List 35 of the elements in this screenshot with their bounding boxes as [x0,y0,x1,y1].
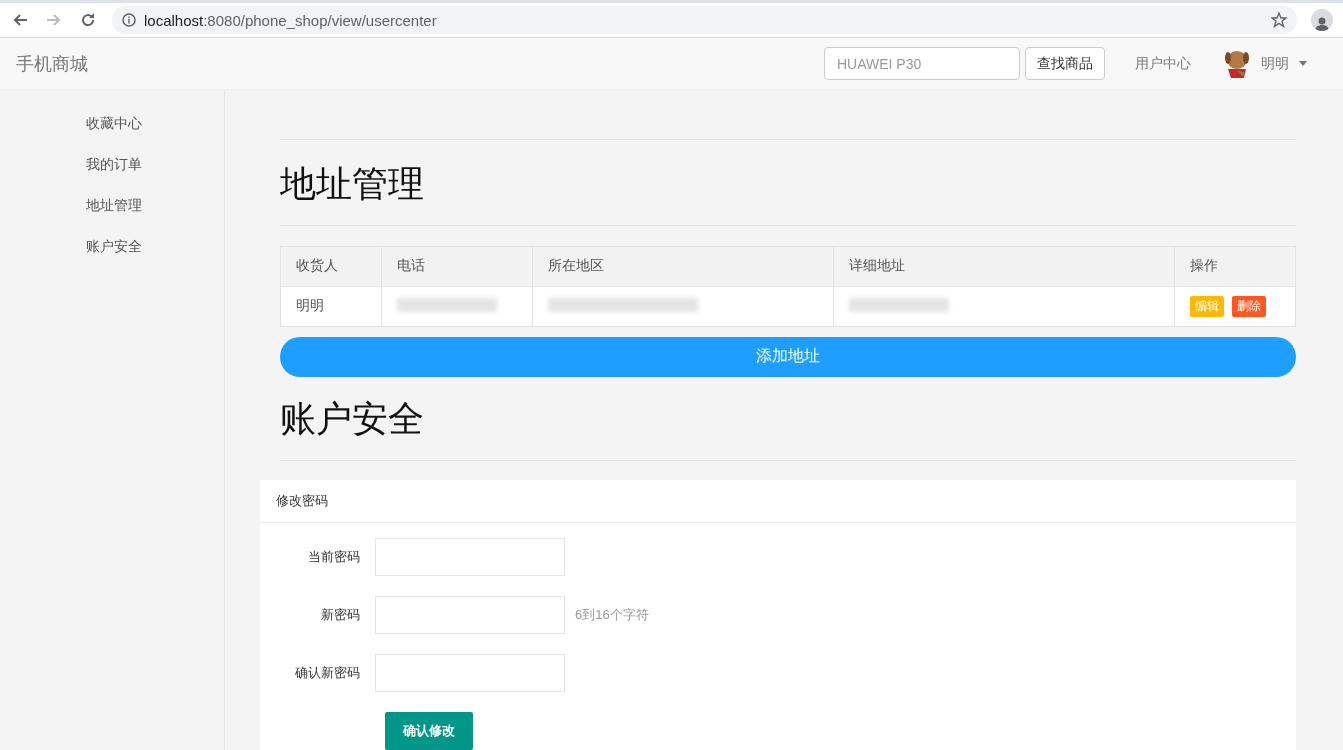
add-address-button[interactable]: 添加地址 [280,336,1296,377]
section-title: 账户安全 [280,395,1296,461]
info-icon [122,13,136,27]
password-field[interactable] [375,596,565,634]
panel-title: 修改密码 [276,492,328,510]
search-button[interactable]: 查找商品 [1025,47,1105,80]
column-header: 操作 [1174,246,1296,287]
password-field[interactable] [375,654,565,692]
search-field[interactable]: HUAWEI P30 [824,47,1020,80]
field-hint: 6到16个字符 [575,606,649,624]
avatar-icon[interactable] [1223,48,1251,79]
column-header: 收货人 [280,246,382,287]
nav-link[interactable]: 用户中心 [1135,54,1191,73]
sidebar-item[interactable]: 账户安全 [86,237,224,256]
column-header: 电话 [381,246,533,287]
address-bar[interactable]: localhost:8080/phone_shop/view/usercenter [112,6,1297,34]
caret-icon[interactable] [1299,61,1307,66]
field-label: 确认新密码 [294,664,361,682]
table-cell: 明明 [280,286,382,327]
sidebar-item[interactable]: 我的订单 [86,155,224,174]
field-label: 新密码 [320,606,361,624]
profile-icon[interactable] [1311,9,1333,31]
field-label: 当前密码 [307,548,361,566]
column-header: 详细地址 [833,246,1175,287]
user-menu[interactable]: 明明 [1261,54,1289,73]
password-field[interactable] [375,538,565,576]
submit-button[interactable]: 确认修改 [385,712,473,750]
star-icon[interactable] [1271,12,1287,28]
column-header: 所在地区 [532,246,834,287]
sidebar-item[interactable]: 收藏中心 [86,114,224,133]
section-title: 地址管理 [280,159,1296,226]
delete-button[interactable]: 删除 [1232,295,1266,317]
site-brand[interactable]: 手机商城 [16,51,824,76]
sidebar-item[interactable]: 地址管理 [86,196,224,215]
url-text: localhost:8080/phone_shop/view/usercenter [144,11,437,29]
